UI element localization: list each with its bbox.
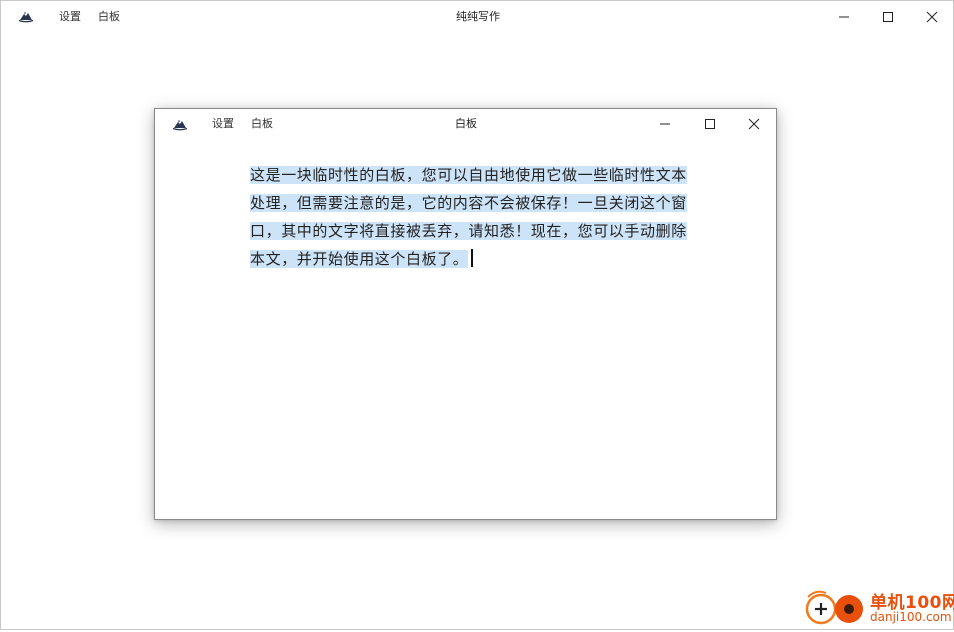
main-titlebar[interactable]: 设置 白板 纯纯写作: [1, 1, 953, 33]
menu-whiteboard[interactable]: 白板: [98, 10, 120, 24]
app-logo-icon: [172, 117, 188, 133]
site-watermark: 单机100网 danji100.com: [804, 586, 954, 630]
menu-whiteboard[interactable]: 白板: [251, 117, 273, 131]
text-caret: [471, 249, 474, 267]
minimize-button[interactable]: [642, 109, 688, 139]
minimize-icon: [660, 123, 670, 125]
close-icon: [748, 118, 760, 130]
menu-settings[interactable]: 设置: [212, 117, 234, 131]
whiteboard-window: 设置 白板 白板 这是一块临时性的白板，您可以自由地使用它做一些临时性文本处理，…: [154, 108, 777, 520]
minimize-button[interactable]: [821, 2, 867, 32]
maximize-button[interactable]: [687, 109, 733, 139]
whiteboard-titlebar[interactable]: 设置 白板 白板: [155, 109, 776, 141]
maximize-icon: [705, 119, 715, 129]
app-logo-icon: [18, 9, 34, 25]
close-button[interactable]: [731, 109, 777, 139]
maximize-button[interactable]: [865, 2, 911, 32]
whiteboard-text[interactable]: 这是一块临时性的白板，您可以自由地使用它做一些临时性文本处理，但需要注意的是，它…: [250, 166, 687, 268]
watermark-en-text: danji100.com: [870, 610, 952, 624]
watermark-logo-icon: [804, 588, 864, 628]
maximize-icon: [883, 12, 893, 22]
menu-settings[interactable]: 设置: [59, 10, 81, 24]
window-title: 纯纯写作: [456, 10, 500, 23]
whiteboard-text-area[interactable]: 这是一块临时性的白板，您可以自由地使用它做一些临时性文本处理，但需要注意的是，它…: [250, 161, 690, 273]
window-title: 白板: [455, 117, 477, 130]
close-icon: [926, 11, 938, 23]
close-button[interactable]: [909, 2, 954, 32]
minimize-icon: [839, 16, 849, 18]
